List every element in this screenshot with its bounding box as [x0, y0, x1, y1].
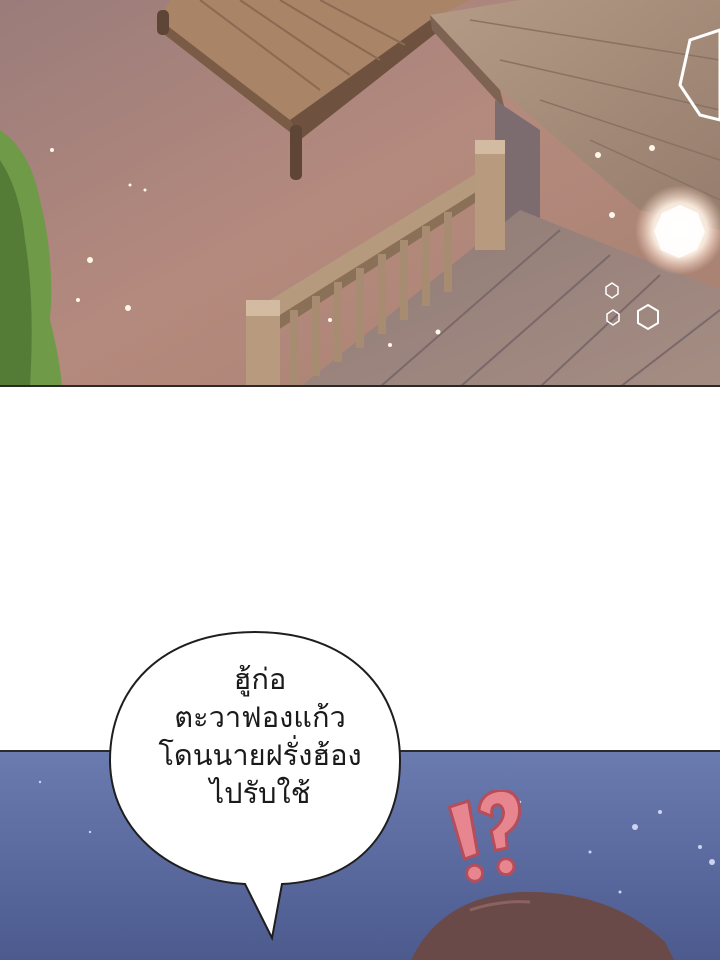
top-panel-scene: [0, 0, 720, 387]
night-sky-illustration: [0, 752, 720, 960]
porch-illustration: [0, 0, 720, 385]
surprise-sfx: [447, 790, 522, 883]
panel-gutter: [0, 387, 720, 750]
bottom-panel-scene: [0, 750, 720, 960]
